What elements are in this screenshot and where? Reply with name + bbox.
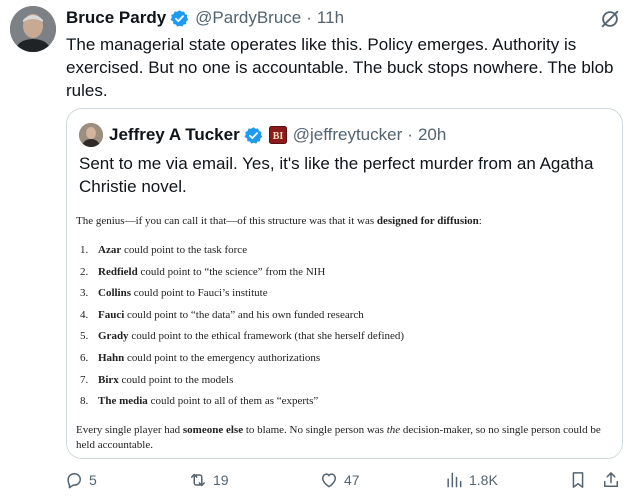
quoted-author-handle[interactable]: @jeffreytucker [293, 125, 403, 145]
post-time[interactable]: 11h [317, 8, 344, 28]
quoted-post[interactable]: Jeffrey A Tucker BI @jeffreytucker · 20h… [66, 108, 623, 459]
list-item: 1. Azar could point to the task force [80, 244, 248, 256]
quoted-post-text: Sent to me via email. Yes, it's like the… [79, 154, 594, 196]
list-item: 2. Redfield could point to “the science” … [80, 265, 326, 278]
separator-dot: · [306, 8, 312, 27]
separator-dot: · [407, 125, 413, 144]
author-avatar[interactable] [10, 6, 56, 52]
quoted-post-time[interactable]: 20h [418, 125, 446, 145]
verified-badge-icon [170, 9, 189, 28]
verified-badge-icon [244, 126, 263, 145]
list-item: 7. Birx could point to the models [80, 373, 234, 386]
retweet-icon [191, 473, 205, 487]
reply-icon [67, 473, 81, 489]
post-header: Bruce Pardy @PardyBruce · 11h [66, 7, 617, 29]
quoted-author-avatar[interactable] [79, 123, 103, 147]
like-button[interactable]: 47 [319, 468, 360, 492]
view-count: 1.8K [469, 472, 498, 488]
affiliation-badge-icon[interactable]: BI [268, 126, 287, 144]
quoted-post-header: Jeffrey A Tucker BI @jeffreytucker · 20h [79, 123, 446, 147]
share-icon [604, 472, 618, 487]
author-handle[interactable]: @PardyBruce [195, 8, 301, 28]
bookmark-icon [572, 472, 584, 488]
list-item: 3. Collins could point to Fauci’s institu… [80, 287, 268, 300]
list-item: 8. The media could point to all of them a… [80, 395, 319, 408]
reply-button[interactable]: 5 [64, 468, 97, 492]
attached-document-image[interactable]: The genius—if you can call it that—of th… [68, 206, 622, 458]
share-button[interactable] [601, 468, 621, 492]
quoted-author-name[interactable]: Jeffrey A Tucker [109, 125, 240, 145]
document-conclusion: Every single player had someone else to … [76, 424, 601, 451]
author-name[interactable]: Bruce Pardy [66, 8, 166, 28]
post-actions: 5 19 47 1.8K [64, 468, 624, 492]
repost-button[interactable]: 19 [188, 468, 229, 492]
bookmark-button[interactable] [568, 468, 588, 492]
document-intro: The genius—if you can call it that—of th… [76, 215, 482, 227]
list-item: 6. Hahn could point to the emergency auth… [80, 351, 321, 364]
repost-count: 19 [213, 472, 229, 488]
views-icon [447, 472, 462, 488]
views-button[interactable]: 1.8K [444, 468, 498, 492]
affiliation-badge-text: BI [272, 131, 283, 142]
like-count: 47 [344, 472, 360, 488]
list-item: 5. Grady could point to the ethical frame… [80, 330, 405, 343]
grok-icon[interactable] [595, 4, 625, 34]
reply-count: 5 [89, 472, 97, 488]
list-item: 4. Fauci could point to “the data” and hi… [80, 308, 364, 321]
document-list: 1. Azar could point to the task force 2. R… [80, 244, 404, 417]
post-text: The managerial state operates like this.… [66, 35, 614, 100]
heart-icon [322, 473, 336, 488]
